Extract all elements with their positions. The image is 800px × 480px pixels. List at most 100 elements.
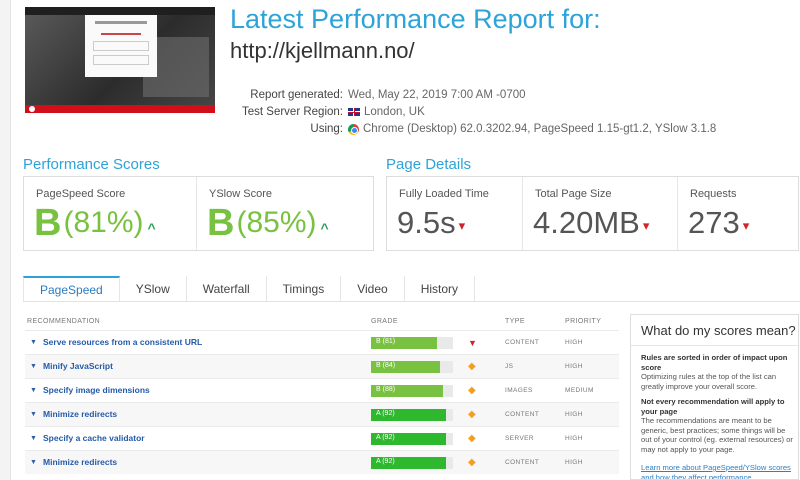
generated-value: Wed, May 22, 2019 7:00 AM -0700 <box>348 89 526 101</box>
table-row[interactable]: ▼ Minimize redirects A (92) ◆ CONTENT HI… <box>25 402 619 426</box>
grade-label: A (92) <box>376 434 395 441</box>
page-details-heading: Page Details <box>386 156 472 173</box>
grade-bar-fill: B (84) <box>371 361 440 373</box>
page-size-value: 4.20MB ▾ <box>533 203 649 243</box>
grade-bar-fill: B (88) <box>371 385 444 397</box>
expand-arrow-icon[interactable]: ▼ <box>30 387 37 394</box>
explanation-bold-1: Rules are sorted in order of impact upon… <box>641 353 788 372</box>
type-cell: CONTENT <box>505 339 540 346</box>
pagespeed-grade: B <box>34 202 62 244</box>
grade-label: B (84) <box>376 362 396 369</box>
recommendation-name[interactable]: Minify JavaScript <box>43 361 113 371</box>
fully-loaded-value: 9.5s ▾ <box>397 203 465 243</box>
page-size-number: 4.20MB <box>533 205 640 240</box>
yslow-percent: (85%) <box>236 206 317 239</box>
tab-timings[interactable]: Timings <box>266 276 342 302</box>
priority-cell: HIGH <box>565 339 583 346</box>
priority-cell: HIGH <box>565 459 583 466</box>
expand-arrow-icon[interactable]: ▼ <box>30 459 37 466</box>
table-row[interactable]: ▼ Minify JavaScript B (84) ◆ JS HIGH <box>25 354 619 378</box>
report-title: Latest Performance Report for: <box>230 4 601 34</box>
grade-bar: A (92) <box>371 457 453 469</box>
expand-arrow-icon[interactable]: ▼ <box>30 363 37 370</box>
type-cell: CONTENT <box>505 459 540 466</box>
table-body: ▼ Serve resources from a consistent URL … <box>25 330 619 474</box>
yslow-grade: B <box>207 202 235 244</box>
table-row[interactable]: ▼ Specify image dimensions B (88) ◆ IMAG… <box>25 378 619 402</box>
tab-pagespeed[interactable]: PageSpeed <box>23 276 120 302</box>
thumbnail-topbar <box>25 7 215 15</box>
thumbnail-modal-field <box>93 41 149 51</box>
region-label: Test Server Region: <box>242 106 343 118</box>
explanation-bold-2: Not every recommendation will apply to y… <box>641 397 785 416</box>
fully-loaded-number: 9.5s <box>397 205 456 240</box>
page-details-panel: Fully Loaded Time 9.5s ▾ Total Page Size… <box>386 176 799 251</box>
recommendation-name[interactable]: Minimize redirects <box>43 409 117 419</box>
report-page: Latest Performance Report for: http://kj… <box>10 0 800 480</box>
yslow-score-label: YSlow Score <box>209 188 272 200</box>
expand-arrow-icon[interactable]: ▼ <box>30 339 37 346</box>
recommendation-name[interactable]: Serve resources from a consistent URL <box>43 337 202 347</box>
report-url[interactable]: http://kjellmann.no/ <box>230 38 415 64</box>
thumbnail-modal-field <box>93 55 149 65</box>
pagespeed-score-label: PageSpeed Score <box>36 188 126 200</box>
requests-label: Requests <box>690 188 737 200</box>
using-value-text: Chrome (Desktop) 62.0.3202.94, PageSpeed… <box>363 123 717 135</box>
scores-explanation-panel: What do my scores mean? Rules are sorted… <box>630 314 799 480</box>
recommendation-name[interactable]: Minimize redirects <box>43 457 117 467</box>
tab-yslow[interactable]: YSlow <box>119 276 187 302</box>
recommendation-name[interactable]: Specify image dimensions <box>43 385 150 395</box>
priority-cell: HIGH <box>565 363 583 370</box>
thumbnail-modal-line <box>95 21 147 24</box>
trend-down-icon: ▾ <box>458 218 466 233</box>
expand-arrow-icon[interactable]: ▼ <box>30 411 37 418</box>
grade-bar-fill: A (92) <box>371 433 447 445</box>
yslow-score-card: YSlow Score B (85%) ^ <box>196 177 373 250</box>
tab-video[interactable]: Video <box>341 276 405 302</box>
priority-cell: MEDIUM <box>565 387 594 394</box>
learn-more-link[interactable]: Learn more about PageSpeed/YSlow scores … <box>641 463 793 479</box>
table-row[interactable]: ▼ Minimize redirects A (92) ◆ CONTENT HI… <box>25 450 619 474</box>
tab-history[interactable]: History <box>404 276 476 302</box>
thumbnail-dot <box>29 106 35 112</box>
trend-up-icon: ^ <box>320 220 329 236</box>
performance-scores-panel: PageSpeed Score B (81%) ^ YSlow Score B … <box>23 176 374 251</box>
type-cell: CONTENT <box>505 411 540 418</box>
chrome-icon <box>348 123 359 135</box>
priority-cell: HIGH <box>565 435 583 442</box>
region-value-text: London, UK <box>364 106 425 118</box>
using-value: Chrome (Desktop) 62.0.3202.94, PageSpeed… <box>348 123 716 135</box>
diamond-icon: ◆ <box>468 433 476 444</box>
explanation-text-2: The recommendations are meant to be gene… <box>641 416 793 454</box>
yslow-score-value: B (85%) ^ <box>207 203 329 243</box>
using-label: Using: <box>310 123 343 135</box>
diamond-icon: ◆ <box>468 457 476 468</box>
header-type: TYPE <box>505 318 525 325</box>
trend-down-icon: ▾ <box>642 218 650 233</box>
generated-label: Report generated: <box>250 89 343 101</box>
grade-bar: A (92) <box>371 433 453 445</box>
priority-cell: HIGH <box>565 411 583 418</box>
pagespeed-score-value: B (81%) ^ <box>34 203 156 243</box>
explanation-paragraph-1: Rules are sorted in order of impact upon… <box>641 353 793 391</box>
explanation-paragraph-2: Not every recommendation will apply to y… <box>641 397 793 454</box>
requests-card: Requests 273 ▾ <box>677 177 798 250</box>
recommendation-name[interactable]: Specify a cache validator <box>43 433 145 443</box>
grade-label: A (92) <box>376 410 395 417</box>
header-recommendation: RECOMMENDATION <box>27 318 101 325</box>
table-row[interactable]: ▼ Serve resources from a consistent URL … <box>25 330 619 354</box>
tab-waterfall[interactable]: Waterfall <box>186 276 267 302</box>
grade-bar: B (84) <box>371 361 453 373</box>
panel-divider <box>631 345 798 346</box>
grade-label: A (92) <box>376 458 395 465</box>
grade-bar-fill: A (92) <box>371 409 447 421</box>
grade-bar: B (81) <box>371 337 453 349</box>
table-row[interactable]: ▼ Specify a cache validator A (92) ◆ SER… <box>25 426 619 450</box>
requests-value: 273 ▾ <box>688 203 749 243</box>
tabs-divider <box>23 301 800 302</box>
expand-arrow-icon[interactable]: ▼ <box>30 435 37 442</box>
recommendations-table: RECOMMENDATION GRADE TYPE PRIORITY ▼ Ser… <box>25 312 619 474</box>
header-priority: PRIORITY <box>565 318 602 325</box>
grade-label: B (88) <box>376 386 396 393</box>
diamond-icon: ◆ <box>468 361 476 372</box>
